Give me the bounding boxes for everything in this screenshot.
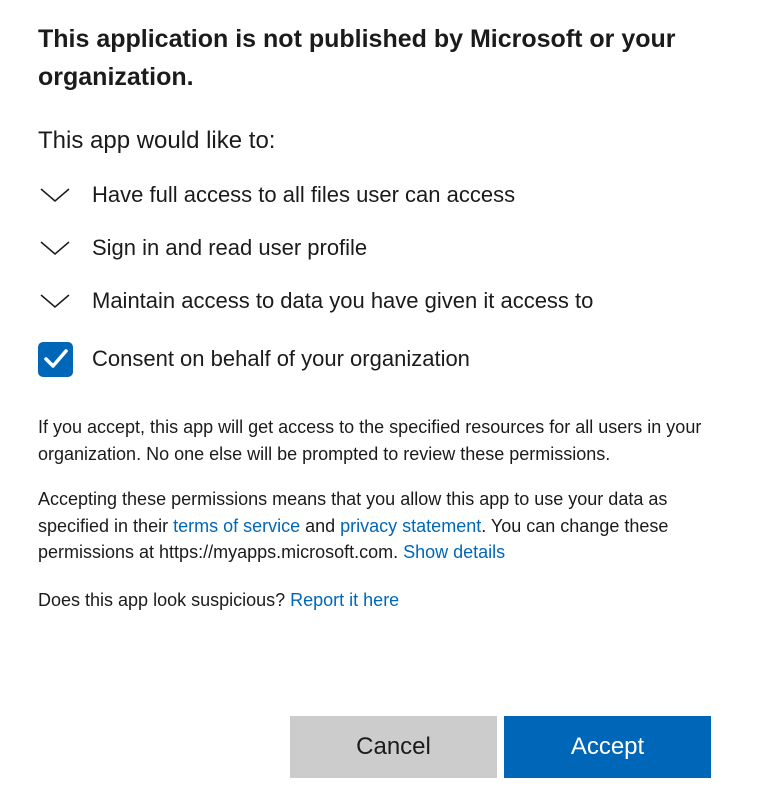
- consent-dialog: This application is not published by Mic…: [0, 0, 771, 805]
- show-details-link[interactable]: Show details: [403, 542, 505, 562]
- suspicious-question: Does this app look suspicious?: [38, 589, 291, 610]
- accept-button[interactable]: Accept: [504, 716, 711, 778]
- button-bar: Cancel Accept: [290, 716, 711, 778]
- permissions-heading: This app would like to:: [38, 127, 276, 154]
- privacy-statement-link[interactable]: privacy statement: [340, 516, 481, 536]
- permission-label: Have full access to all files user can a…: [92, 181, 516, 207]
- chevron-down-icon[interactable]: [38, 185, 72, 205]
- terms-of-service-link[interactable]: terms of service: [173, 516, 300, 536]
- permission-label: Maintain access to data you have given i…: [92, 287, 594, 313]
- suspicious-text: Does this app look suspicious? Report it…: [38, 587, 718, 614]
- checkmark-icon: [43, 349, 68, 368]
- permission-item: Sign in and read user profile: [38, 221, 771, 274]
- consent-row: Consent on behalf of your organization: [38, 337, 771, 381]
- permissions-info-part: and: [300, 515, 341, 536]
- chevron-down-icon[interactable]: [38, 238, 72, 258]
- permission-item: Have full access to all files user can a…: [38, 168, 771, 221]
- permissions-info-text: Accepting these permissions means that y…: [38, 486, 718, 566]
- accept-info-text: If you accept, this app will get access …: [38, 417, 702, 464]
- chevron-down-icon[interactable]: [38, 291, 72, 311]
- consent-label: Consent on behalf of your organization: [92, 346, 470, 371]
- cancel-button[interactable]: Cancel: [290, 716, 497, 778]
- permission-label: Sign in and read user profile: [92, 234, 368, 260]
- consent-checkbox[interactable]: [38, 341, 73, 377]
- permissions-list: Have full access to all files user can a…: [38, 168, 771, 327]
- report-link[interactable]: Report it here: [290, 590, 399, 610]
- dialog-title: This application is not published by Mic…: [38, 25, 676, 91]
- permission-item: Maintain access to data you have given i…: [38, 274, 771, 327]
